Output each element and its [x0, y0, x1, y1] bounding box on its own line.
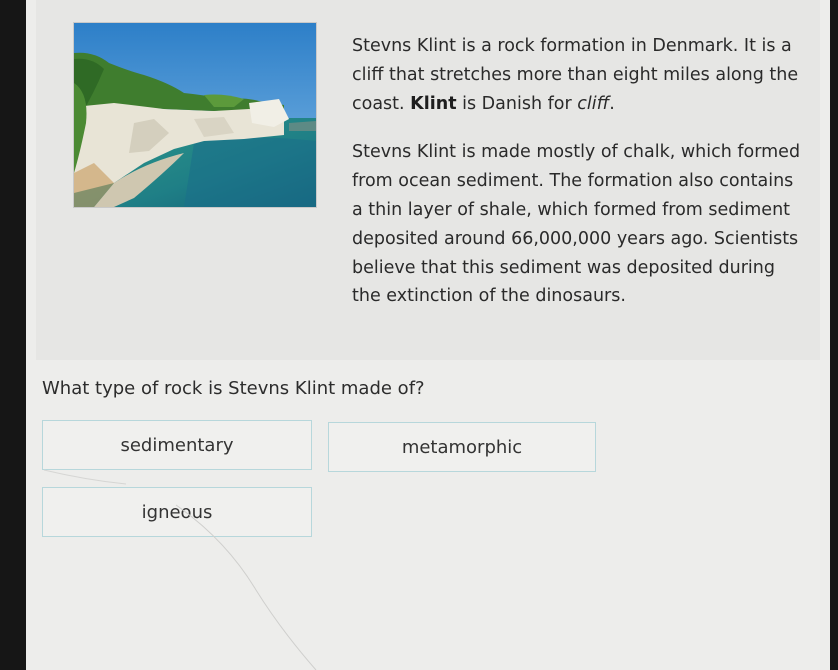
passage-text: Stevns Klint is a rock formation in Denm… [352, 32, 804, 331]
passage-paragraph-2: Stevns Klint is made mostly of chalk, wh… [352, 142, 801, 307]
passage-panel: Stevns Klint is a rock formation in Denm… [36, 0, 820, 360]
bold-term: Klint [410, 93, 457, 114]
italic-term: cliff [577, 93, 610, 114]
passage-paragraph-1: Stevns Klint is a rock formation in Denm… [352, 32, 804, 118]
passage-text-segment: is Danish for [456, 93, 578, 114]
passage-text-segment: . [609, 93, 615, 114]
cliff-photo [73, 22, 317, 208]
screen: Stevns Klint is a rock formation in Denm… [26, 0, 830, 670]
choice-metamorphic[interactable]: metamorphic [328, 422, 596, 472]
choice-sedimentary[interactable]: sedimentary [42, 420, 312, 470]
choice-igneous[interactable]: igneous [42, 487, 312, 537]
question-prompt: What type of rock is Stevns Klint made o… [42, 378, 425, 399]
